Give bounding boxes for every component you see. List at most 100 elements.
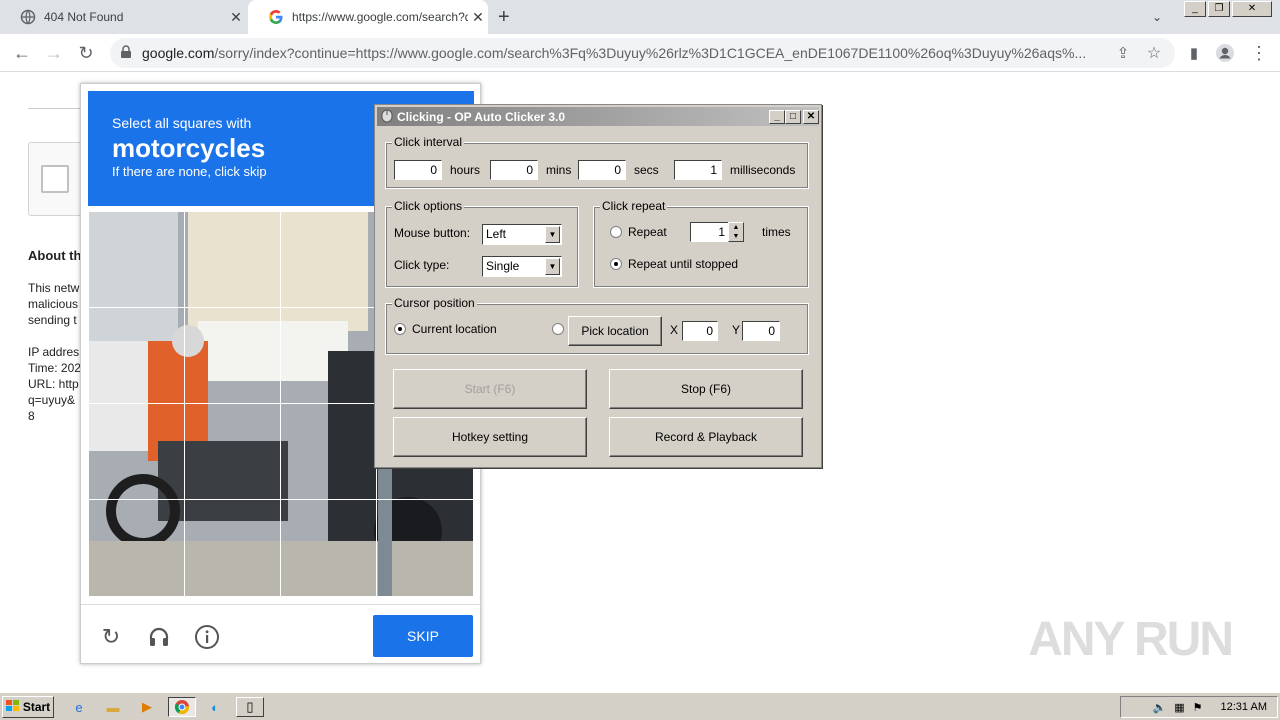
mouse-button-select[interactable]: Left ▼ bbox=[482, 224, 562, 245]
grid-tile[interactable] bbox=[280, 307, 377, 404]
tab-search-icon[interactable]: ⌄ bbox=[1152, 8, 1162, 26]
grid-tile[interactable] bbox=[184, 403, 281, 500]
recaptcha-checkbox[interactable] bbox=[41, 165, 69, 193]
current-location-radio[interactable] bbox=[394, 323, 406, 335]
volume-icon[interactable]: 🔈 bbox=[1153, 701, 1167, 714]
address-bar: ← → ↻ google.com/sorry/index?continue=ht… bbox=[0, 34, 1280, 72]
back-icon[interactable]: ← bbox=[11, 42, 33, 64]
minimize-window-button[interactable]: _ bbox=[1184, 1, 1206, 17]
clock[interactable]: 12:31 AM bbox=[1221, 701, 1267, 713]
window-title: Clicking - OP Auto Clicker 3.0 bbox=[397, 109, 566, 124]
current-location-label: Current location bbox=[412, 322, 497, 336]
recaptcha-checkbox-widget[interactable] bbox=[28, 142, 88, 216]
grid-tile[interactable] bbox=[184, 211, 281, 308]
window-controls: _ ❐ ✕ bbox=[1184, 0, 1272, 18]
info-line: 8 bbox=[28, 409, 35, 423]
close-window-button[interactable]: ✕ bbox=[1232, 1, 1272, 17]
mouse-button-label: Mouse button: bbox=[394, 226, 471, 240]
record-playback-button[interactable]: Record & Playback bbox=[609, 417, 803, 457]
grid-tile[interactable] bbox=[376, 499, 474, 597]
grid-tile[interactable] bbox=[88, 403, 185, 500]
group-label: Click interval bbox=[392, 135, 465, 149]
start-button[interactable]: Start (F6) bbox=[393, 369, 587, 409]
secs-input[interactable]: 0 bbox=[578, 160, 626, 180]
info-line: q=uyuy& bbox=[28, 393, 76, 407]
click-options-group: Click options Mouse button: Left ▼ Click… bbox=[385, 199, 579, 288]
globe-icon bbox=[20, 9, 36, 25]
tab-strip: 404 Not Found ✕ https://www.google.com/s… bbox=[0, 0, 1280, 34]
grid-tile[interactable] bbox=[184, 307, 281, 404]
profile-avatar-icon[interactable] bbox=[1214, 42, 1236, 64]
repeat-spinner[interactable]: ▲ ▼ bbox=[728, 222, 744, 242]
para-line: This netw bbox=[28, 281, 80, 295]
bookmark-star-icon[interactable]: ☆ bbox=[1143, 42, 1165, 64]
grid-tile[interactable] bbox=[280, 499, 377, 597]
menu-kebab-icon[interactable]: ⋮ bbox=[1248, 42, 1270, 64]
para-line: malicious bbox=[28, 297, 79, 311]
x-coordinate-input[interactable]: 0 bbox=[682, 321, 718, 341]
y-coordinate-input[interactable]: 0 bbox=[742, 321, 780, 341]
click-type-label: Click type: bbox=[394, 258, 450, 272]
taskbar: Start e ▬ ▶ ◐ ▯ 🔈 ▦ ⚑ 12:31 AM bbox=[0, 692, 1280, 720]
group-label: Cursor position bbox=[392, 296, 477, 310]
grid-tile[interactable] bbox=[184, 499, 281, 597]
para-line: sending t bbox=[28, 313, 77, 327]
media-player-icon[interactable]: ▶ bbox=[136, 697, 158, 717]
repeat-radio[interactable] bbox=[610, 226, 622, 238]
restore-window-button[interactable]: ❐ bbox=[1208, 1, 1230, 17]
info-line: IP addres bbox=[28, 345, 80, 359]
dropdown-arrow-icon[interactable]: ▼ bbox=[545, 226, 560, 243]
window-title-bar[interactable]: Clicking - OP Auto Clicker 3.0 _ □ ✕ bbox=[377, 107, 819, 126]
grid-tile[interactable] bbox=[88, 307, 185, 404]
info-icon[interactable] bbox=[193, 623, 221, 651]
audio-challenge-icon[interactable] bbox=[145, 623, 173, 651]
auto-clicker-taskbar-icon[interactable]: ▯ bbox=[236, 697, 264, 717]
edge-icon[interactable]: ◐ bbox=[204, 697, 226, 717]
flag-icon[interactable]: ⚑ bbox=[1193, 701, 1203, 714]
milliseconds-input[interactable]: 1 bbox=[674, 160, 722, 180]
start-button[interactable]: Start bbox=[2, 696, 54, 718]
folder-icon[interactable]: ▬ bbox=[102, 697, 124, 717]
minimize-button[interactable]: _ bbox=[769, 110, 785, 124]
maximize-button[interactable]: □ bbox=[785, 110, 801, 124]
hours-label: hours bbox=[450, 163, 481, 177]
side-panel-icon[interactable]: ▮ bbox=[1183, 42, 1205, 64]
url-field[interactable]: google.com/sorry/index?continue=https://… bbox=[110, 38, 1175, 68]
grid-tile[interactable] bbox=[88, 499, 185, 597]
chrome-taskbar-icon[interactable] bbox=[168, 697, 196, 717]
share-icon[interactable]: ⇪ bbox=[1112, 42, 1134, 64]
repeat-until-stopped-radio[interactable] bbox=[610, 258, 622, 270]
anyrun-watermark: ANY RUN bbox=[1028, 613, 1234, 666]
forward-icon[interactable]: → bbox=[43, 42, 65, 64]
url-path: /sorry/index?continue=https://www.google… bbox=[214, 45, 1087, 61]
tab-404[interactable]: 404 Not Found ✕ bbox=[0, 0, 246, 34]
stop-button[interactable]: Stop (F6) bbox=[609, 369, 803, 409]
tab-google-search[interactable]: https://www.google.com/search?q= ✕ bbox=[248, 0, 488, 34]
lock-icon bbox=[120, 44, 132, 62]
reload-challenge-icon[interactable]: ↻ bbox=[97, 623, 125, 651]
click-type-select[interactable]: Single ▼ bbox=[482, 256, 562, 277]
click-type-value: Single bbox=[486, 259, 520, 273]
mins-input[interactable]: 0 bbox=[490, 160, 538, 180]
close-tab-icon[interactable]: ✕ bbox=[226, 9, 246, 26]
network-icon[interactable]: ▦ bbox=[1174, 701, 1184, 714]
mins-label: mins bbox=[546, 163, 572, 177]
close-button[interactable]: ✕ bbox=[803, 110, 819, 124]
group-label: Click options bbox=[392, 199, 465, 213]
grid-tile[interactable] bbox=[280, 211, 377, 308]
hours-input[interactable]: 0 bbox=[394, 160, 442, 180]
skip-button[interactable]: SKIP bbox=[373, 615, 473, 657]
pick-location-button[interactable]: Pick location bbox=[568, 316, 662, 346]
hotkey-setting-button[interactable]: Hotkey setting bbox=[393, 417, 587, 457]
click-repeat-group: Click repeat Repeat 1 ▲ ▼ times Repeat un… bbox=[593, 199, 809, 288]
new-tab-button[interactable]: + bbox=[498, 6, 510, 29]
grid-tile[interactable] bbox=[280, 403, 377, 500]
pick-location-radio[interactable] bbox=[552, 323, 564, 335]
ie-icon[interactable]: e bbox=[68, 697, 90, 717]
dropdown-arrow-icon[interactable]: ▼ bbox=[545, 258, 560, 275]
grid-tile[interactable] bbox=[88, 211, 185, 308]
repeat-count-input[interactable]: 1 bbox=[690, 222, 730, 242]
close-tab-icon[interactable]: ✕ bbox=[468, 9, 488, 26]
reload-icon[interactable]: ↻ bbox=[75, 42, 97, 64]
info-line: URL: http bbox=[28, 377, 79, 391]
